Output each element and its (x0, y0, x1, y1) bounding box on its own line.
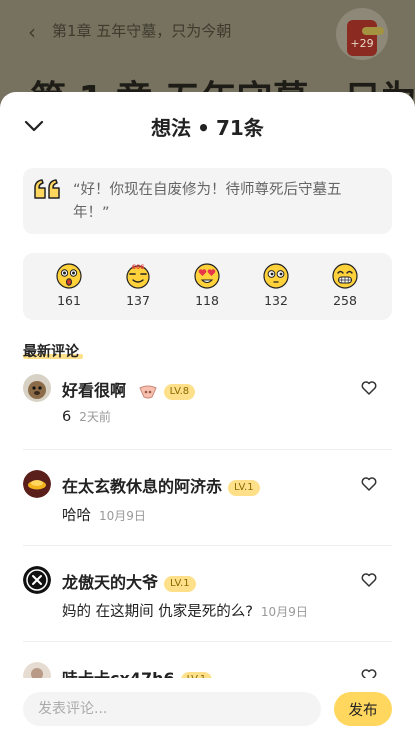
comment-body: 6 2天前 (62, 408, 111, 425)
comment-text: 哈哈 (62, 508, 91, 524)
level-badge: LV.1 (164, 575, 196, 592)
back-arrow-icon[interactable]: ‹ (28, 20, 36, 44)
reaction-bar: 161 666 137 118 132 258 (23, 253, 392, 320)
comment-input[interactable] (23, 692, 321, 726)
reaction-heart-eyes[interactable]: 118 (179, 263, 235, 308)
heart-icon[interactable] (360, 379, 378, 397)
comment-body: 哈哈 10月9日 (62, 504, 146, 525)
username-text: 好看很啊 (62, 381, 127, 400)
reaction-wide-eyed[interactable]: 132 (248, 263, 304, 308)
reaction-666[interactable]: 666 137 (110, 263, 166, 308)
username-text: 在太玄教休息的阿济赤 (62, 477, 223, 496)
title-separator: • (197, 116, 210, 140)
comment-username: 好看很啊 LV.8 (62, 377, 196, 401)
reaction-count: 161 (57, 293, 81, 308)
comment-body: 妈的 在这期间 仇家是死的么? 10月9日 (62, 600, 308, 621)
comment-time: 10月9日 (260, 605, 308, 619)
avatar[interactable] (23, 374, 51, 402)
quote-box: “好！你现在自废修为！待师尊死后守墓五年！” (23, 168, 392, 234)
level-badge: LV.1 (228, 479, 260, 496)
quote-text: “好！你现在自废修为！待师尊死后守墓五年！” (73, 182, 342, 221)
comment-text: 6 (62, 409, 72, 425)
thoughts-sheet: 想法•71条 “好！你现在自废修为！待师尊死后守墓五年！” 161 666 (0, 92, 415, 738)
comment-username: 龙傲天的大爷 LV.1 (62, 569, 196, 593)
quote-mark-icon (34, 179, 60, 199)
divider (23, 449, 392, 450)
avatar[interactable] (23, 470, 51, 498)
reaction-count: 258 (333, 293, 357, 308)
reaction-grin[interactable]: 258 (317, 263, 373, 308)
level-badge: LV.8 (163, 383, 196, 400)
surprised-emoji-icon (56, 263, 82, 289)
sheet-title: 想法 • 71条 (0, 112, 415, 141)
reward-envelope-button[interactable]: +29 (336, 8, 388, 60)
reaction-count: 118 (195, 293, 219, 308)
reward-badge: +29 (350, 37, 374, 50)
reaction-count: 132 (264, 293, 288, 308)
divider (23, 545, 392, 546)
heart-eyes-emoji-icon (194, 263, 220, 289)
comment-time: 10月9日 (99, 509, 146, 523)
pig-nose-icon (138, 385, 157, 398)
avatar[interactable] (23, 566, 51, 594)
chapter-breadcrumb: 第1章 五年守墓，只为今朝 (52, 22, 232, 40)
wide-eyed-emoji-icon (263, 263, 289, 289)
sheet-title-label: 想法 (151, 116, 192, 140)
comment-username: 在太玄教休息的阿济赤 LV.1 (62, 473, 260, 497)
svg-text:666: 666 (132, 264, 145, 271)
comment-text: 妈的 在这期间 仇家是死的么? (62, 604, 253, 620)
username-text: 龙傲天的大爷 (62, 573, 159, 592)
heart-icon[interactable] (360, 571, 378, 589)
666-emoji-icon: 666 (126, 264, 150, 289)
thought-count: 71条 (215, 116, 264, 140)
grin-emoji-icon (332, 263, 358, 289)
reaction-surprised[interactable]: 161 (41, 263, 97, 308)
section-label-latest: 最新评论 (23, 344, 79, 360)
publish-button[interactable]: 发布 (334, 692, 392, 726)
comment-composer: 发布 (0, 678, 415, 738)
divider (23, 641, 392, 642)
comment-time: 2天前 (79, 410, 111, 424)
heart-icon[interactable] (360, 475, 378, 493)
reaction-count: 137 (126, 293, 150, 308)
